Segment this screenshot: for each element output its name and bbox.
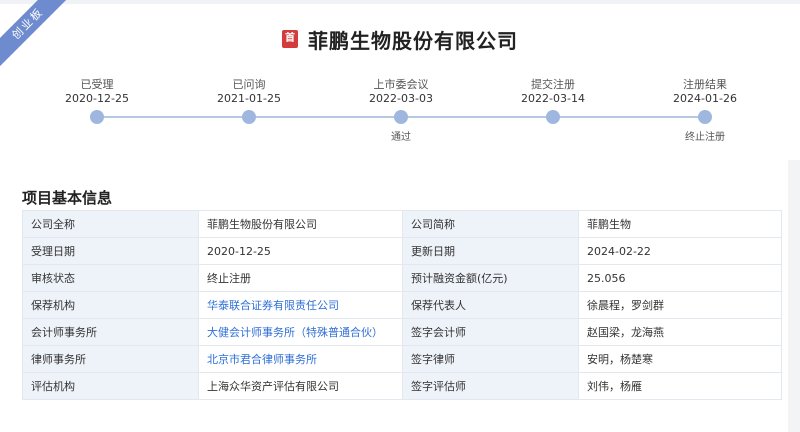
timeline-dot [698,110,712,124]
timeline-dot [394,110,408,124]
timeline-step-label: 提交注册 [531,78,575,91]
timeline-step-note: 终止注册 [685,132,725,143]
law-firm-link[interactable]: 北京市君合律师事务所 [207,353,317,366]
ipo-project-page: 创业板 首 菲鹏生物股份有限公司 已受理 2020-12-25 已问询 2021… [0,0,800,432]
table-row: 受理日期 2020-12-25 更新日期 2024-02-22 [22,237,782,265]
field-label: 律师事务所 [22,345,199,373]
field-label: 会计师事务所 [22,318,199,346]
field-value: 菲鹏生物 [578,210,782,238]
timeline-step: 提交注册 2022-03-14 [483,78,623,124]
table-row: 律师事务所 北京市君合律师事务所 签字律师 安明，杨楚寒 [22,345,782,373]
timeline-step-label: 上市委会议 [373,78,429,91]
field-value: 终止注册 [198,264,403,292]
field-value: 徐晨程，罗剑群 [578,291,782,319]
table-row: 公司全称 菲鹏生物股份有限公司 公司简称 菲鹏生物 [22,210,782,238]
timeline-step-label: 已问询 [232,78,266,91]
field-value: 华泰联合证券有限责任公司 [198,291,403,319]
field-value: 大健会计师事务所（特殊普通合伙） [198,318,403,346]
review-timeline: 已受理 2020-12-25 已问询 2021-01-25 上市委会议 2022… [0,78,800,148]
timeline-dot [242,110,256,124]
scrollbar-gutter [788,160,800,432]
exchange-logo-icon: 首 [282,30,298,48]
field-label: 评估机构 [22,372,199,400]
top-strip [0,0,800,4]
timeline-step-label: 注册结果 [683,78,727,91]
section-title: 项目基本信息 [22,189,113,207]
company-header: 首 菲鹏生物股份有限公司 [0,22,800,56]
timeline-step-date: 2022-03-03 [369,92,433,105]
timeline-step-date: 2022-03-14 [521,92,585,105]
timeline-dot [546,110,560,124]
table-row: 会计师事务所 大健会计师事务所（特殊普通合伙） 签字会计师 赵国梁，龙海燕 [22,318,782,346]
timeline-step: 已受理 2020-12-25 [27,78,167,124]
table-row: 保荐机构 华泰联合证券有限责任公司 保荐代表人 徐晨程，罗剑群 [22,291,782,319]
field-value: 菲鹏生物股份有限公司 [198,210,403,238]
field-label: 公司简称 [402,210,579,238]
company-name: 菲鹏生物股份有限公司 [308,28,518,53]
field-value: 2024-02-22 [578,237,782,265]
field-value: 赵国梁，龙海燕 [578,318,782,346]
timeline-step: 注册结果 2024-01-26 终止注册 [635,78,775,143]
timeline-dot [90,110,104,124]
table-row: 评估机构 上海众华资产评估有限公司 签字评估师 刘伟，杨雁 [22,372,782,400]
field-label: 公司全称 [22,210,199,238]
field-value: 安明，杨楚寒 [578,345,782,373]
timeline-step-label: 已受理 [80,78,114,91]
timeline-step-date: 2020-12-25 [65,92,129,105]
project-info-table: 公司全称 菲鹏生物股份有限公司 公司简称 菲鹏生物 受理日期 2020-12-2… [22,210,782,400]
timeline-step: 已问询 2021-01-25 [179,78,319,124]
timeline-step-date: 2021-01-25 [217,92,281,105]
field-label: 受理日期 [22,237,199,265]
field-label: 保荐代表人 [402,291,579,319]
field-label: 签字律师 [402,345,579,373]
field-value: 上海众华资产评估有限公司 [198,372,403,400]
field-label: 保荐机构 [22,291,199,319]
table-row: 审核状态 终止注册 预计融资金额(亿元) 25.056 [22,264,782,292]
field-label: 审核状态 [22,264,199,292]
field-value: 刘伟，杨雁 [578,372,782,400]
field-label: 签字会计师 [402,318,579,346]
field-value: 25.056 [578,264,782,292]
field-label: 更新日期 [402,237,579,265]
timeline-step: 上市委会议 2022-03-03 通过 [331,78,471,143]
field-label: 预计融资金额(亿元) [402,264,579,292]
field-value: 2020-12-25 [198,237,403,265]
accounting-firm-link[interactable]: 大健会计师事务所（特殊普通合伙） [207,326,383,339]
timeline-step-note: 通过 [391,132,411,143]
timeline-step-date: 2024-01-26 [673,92,737,105]
field-label: 签字评估师 [402,372,579,400]
sponsor-link[interactable]: 华泰联合证券有限责任公司 [207,299,339,312]
field-value: 北京市君合律师事务所 [198,345,403,373]
